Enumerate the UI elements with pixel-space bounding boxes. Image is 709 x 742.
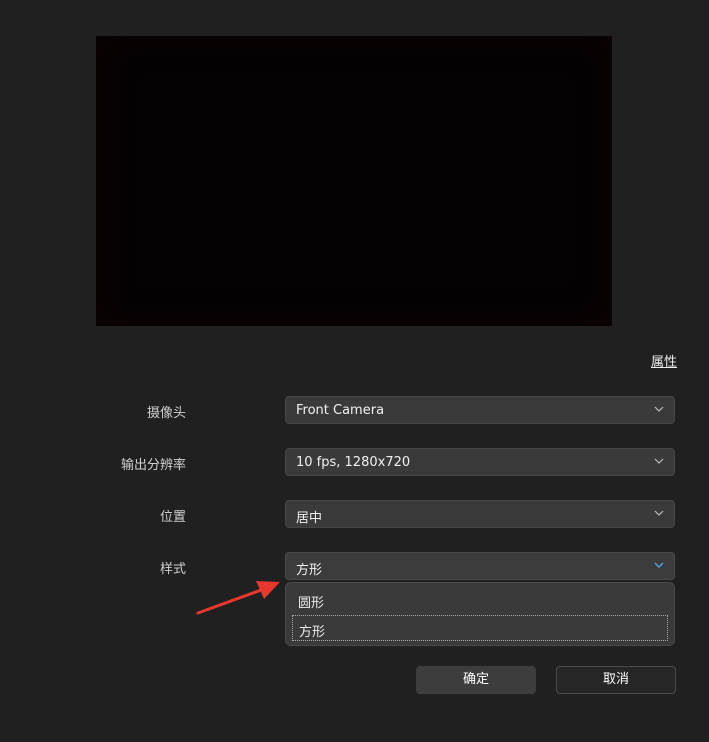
- cancel-button[interactable]: 取消: [556, 666, 676, 694]
- style-label: 样式: [159, 562, 186, 577]
- position-select-value: 居中: [296, 511, 323, 526]
- camera-preview: [96, 36, 612, 326]
- camera-label: 摄像头: [146, 406, 186, 421]
- chevron-down-icon: [654, 406, 664, 412]
- chevron-down-icon: [654, 562, 664, 568]
- style-option-square[interactable]: 方形: [292, 615, 668, 641]
- position-select[interactable]: 居中: [285, 500, 675, 528]
- resolution-label: 输出分辨率: [120, 458, 186, 473]
- style-dropdown-list: 圆形 方形: [285, 582, 675, 646]
- resolution-select[interactable]: 10 fps, 1280x720: [285, 448, 675, 476]
- red-arrow-icon: [196, 581, 280, 615]
- ok-button[interactable]: 确定: [416, 666, 536, 694]
- style-select-value: 方形: [296, 563, 323, 578]
- chevron-down-icon: [654, 458, 664, 464]
- properties-link[interactable]: 属性: [651, 351, 677, 370]
- camera-settings-dialog: 属性 摄像头 Front Camera 输出分辨率 10 fps, 1280x7…: [0, 0, 709, 742]
- style-select[interactable]: 方形: [285, 552, 675, 580]
- position-label: 位置: [159, 510, 186, 525]
- camera-select-value: Front Camera: [296, 403, 385, 418]
- style-option-circle[interactable]: 圆形: [292, 587, 668, 613]
- resolution-select-value: 10 fps, 1280x720: [296, 455, 411, 470]
- chevron-down-icon: [654, 510, 664, 516]
- camera-select[interactable]: Front Camera: [285, 396, 675, 424]
